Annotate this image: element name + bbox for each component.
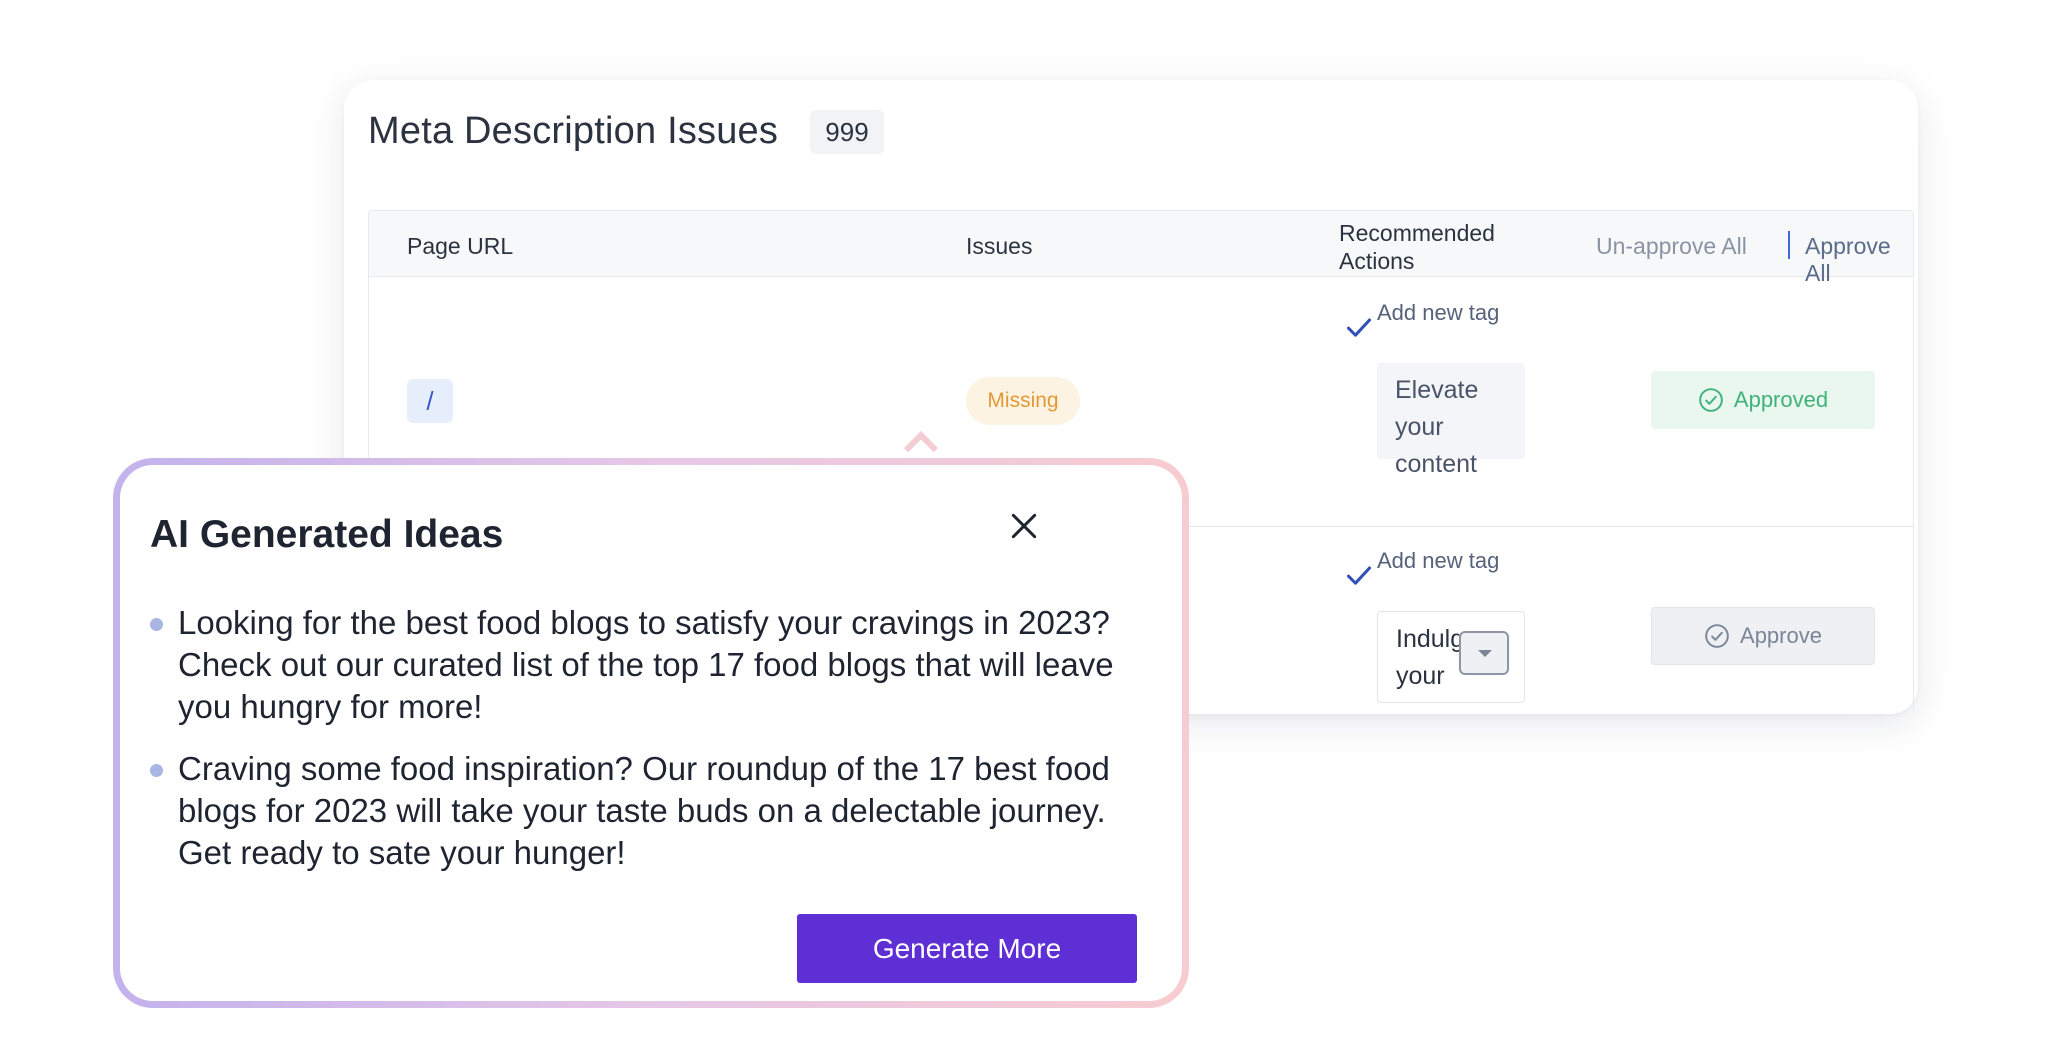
recommended-meta-text: Elevate your content	[1377, 363, 1525, 478]
approved-label: Approved	[1733, 387, 1829, 412]
action-label: Add new tag	[1377, 300, 1500, 325]
issue-count-badge: 999	[810, 110, 884, 154]
check-icon	[1346, 566, 1372, 585]
check-circle-icon	[1705, 624, 1729, 648]
action-label: Add new tag	[1377, 548, 1500, 573]
header-issues: Issues	[966, 233, 1033, 259]
stage: Meta Description Issues 999 Page URL Iss…	[0, 0, 2052, 1055]
card-title: Meta Description Issues	[368, 110, 779, 152]
generate-more-button[interactable]: Generate More	[797, 914, 1137, 983]
approve-button[interactable]: Approve	[1651, 607, 1875, 665]
idea-item[interactable]: Craving some food inspiration? Our round…	[150, 748, 1130, 874]
approved-button[interactable]: Approved	[1651, 371, 1875, 429]
header-divider	[1788, 231, 1790, 259]
check-circle-icon	[1699, 388, 1723, 412]
check-icon	[1346, 318, 1372, 337]
idea-item[interactable]: Looking for the best food blogs to satis…	[150, 602, 1130, 728]
popup-title: AI Generated Ideas	[150, 513, 504, 556]
unapprove-all-link[interactable]: Un-approve All	[1596, 233, 1747, 260]
approve-label: Approve	[1740, 623, 1822, 648]
suggestion-dropdown-toggle[interactable]	[1459, 631, 1509, 675]
header-recommended-actions: Recommended Actions	[1339, 220, 1495, 274]
table-header: Page URL Issues Recommended Actions Un-a…	[369, 211, 1913, 286]
idea-list: Looking for the best food blogs to satis…	[150, 602, 1130, 894]
issue-badge: Missing	[966, 377, 1080, 425]
page-url-chip[interactable]: /	[407, 379, 453, 423]
popup-body: AI Generated Ideas Looking for the best …	[120, 465, 1182, 1001]
header-page-url: Page URL	[407, 233, 514, 259]
close-icon[interactable]	[1008, 510, 1040, 542]
